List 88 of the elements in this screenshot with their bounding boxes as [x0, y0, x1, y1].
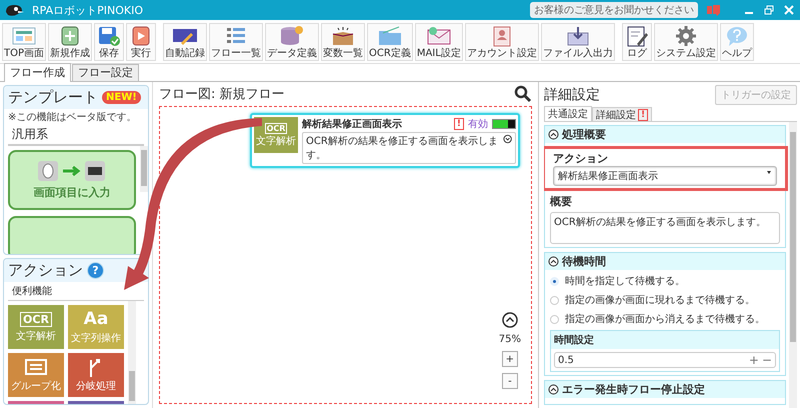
new-badge: NEW!	[102, 91, 141, 104]
panel-title: テンプレート	[8, 88, 98, 107]
field-value: 0.5	[558, 354, 574, 366]
category-heading: 汎用系	[8, 125, 144, 146]
scrollbar[interactable]	[140, 146, 148, 192]
action-dropdown[interactable]: 解析結果修正画面表示	[553, 166, 777, 186]
time-input-field[interactable]: 0.5 + −	[554, 352, 776, 368]
toolbar-button[interactable]: ログ	[622, 23, 652, 61]
node-icon-text: OCR	[264, 122, 288, 134]
flow-title: フロー図: 新規フロー	[159, 86, 285, 103]
toolbar-button[interactable]: 自動記録	[163, 23, 208, 61]
panel-title: アクション	[8, 261, 83, 280]
close-icon[interactable]	[784, 5, 794, 15]
tile-label: 分岐処理	[76, 380, 116, 393]
template-card[interactable]	[8, 216, 136, 254]
app-title: RPAロボットPINOKIO	[32, 2, 144, 18]
zoom-button[interactable]: -	[502, 373, 518, 389]
field-label: 時間設定	[551, 331, 779, 349]
section-title: エラー発生時フロー停止設定	[562, 382, 705, 397]
tile-label: 文字解析	[16, 330, 56, 342]
radio-label: 指定の画像が画面に現れるまで待機する。	[565, 294, 755, 307]
flow-node[interactable]: OCR 文字解析 解析結果修正画面表示 ! 有効 OCR解析の結果を修正する画面を表示します。	[250, 113, 520, 168]
overview-textarea[interactable]: OCR解析の結果を修正する画面を表示します。	[550, 212, 780, 244]
radio-button[interactable]	[550, 296, 559, 304]
toolbar-button[interactable]: 新規作成	[48, 23, 92, 61]
floppy-disk-icon	[96, 25, 122, 47]
expand-chevron-icon[interactable]	[502, 134, 512, 144]
stepper-button[interactable]: +	[748, 354, 759, 366]
status-label: 有効	[468, 118, 488, 131]
tile-icon-text: OCR	[20, 312, 52, 326]
toolbar-button[interactable]: ヘルプ	[720, 23, 754, 61]
section-title: 処理概要	[562, 127, 606, 142]
envelope-icon	[426, 25, 452, 47]
tile-label: 文字列操作	[71, 332, 121, 345]
description-text: OCR解析の結果を修正する画面を表示します。	[306, 134, 499, 162]
template-label: 画面項目に入力	[34, 185, 110, 200]
zoom-level: 75%	[498, 334, 521, 345]
collapse-chevron-icon[interactable]	[548, 256, 559, 267]
node-icon-label: 文字解析	[256, 134, 296, 148]
toolbar-button[interactable]: 変数一覧	[321, 23, 366, 61]
radio-label: 時間を指定して待機する。	[565, 274, 685, 288]
toolbar-button[interactable]: データ定義	[265, 23, 320, 61]
toolbar-button[interactable]: フロー一覧	[209, 23, 264, 61]
scrollbar[interactable]	[789, 122, 797, 408]
toolbar-button[interactable]: 実行	[126, 23, 156, 61]
mouse-keyboard-drawing	[37, 160, 107, 182]
enable-toggle[interactable]	[492, 119, 516, 129]
folder-icon	[376, 25, 403, 47]
collapse-chevron-icon[interactable]	[548, 129, 559, 140]
toolbar-button[interactable]: 保存	[94, 23, 124, 61]
field-label: 概要	[550, 194, 573, 209]
toolbar-button[interactable]: アカウント設定	[464, 23, 539, 61]
group-frame-icon	[23, 357, 49, 377]
tab[interactable]: 共通設定	[544, 106, 592, 121]
toolbar-button[interactable]: TOP画面	[2, 23, 46, 61]
warning-badge: !	[638, 108, 648, 120]
search-icon[interactable]	[514, 85, 532, 103]
dropdown-caret-icon	[766, 169, 772, 175]
dropdown-value: 解析結果修正画面表示	[558, 170, 658, 183]
tab[interactable]: 詳細設定 !	[592, 107, 652, 121]
radio-label: 指定の画像が画面から消えるまで待機する。	[565, 312, 765, 326]
beta-note: ※この機能はベータ版です。	[7, 110, 138, 125]
zoom-button[interactable]: +	[502, 351, 518, 367]
tile-icon-text: Aa	[82, 309, 110, 329]
panel-title: 詳細設定	[544, 86, 600, 104]
warning-badge: !	[454, 118, 464, 130]
action-tile[interactable]: 分岐処理	[68, 353, 124, 397]
download-tray-icon	[564, 25, 591, 47]
tab[interactable]: フロー作成	[4, 63, 71, 82]
toolbar-button[interactable]: システム設定	[654, 23, 718, 61]
flow-canvas[interactable]: OCR 文字解析 解析結果修正画面表示 ! 有効 OCR解析の結果を修正する画面を表示します。 75% + -	[159, 106, 532, 404]
toolbar-button[interactable]: OCR定義	[367, 23, 413, 61]
zoom-up-icon[interactable]	[502, 312, 518, 328]
collapse-chevron-icon[interactable]	[548, 384, 559, 395]
stepper-button[interactable]: −	[762, 354, 772, 366]
home-screen-icon	[11, 25, 37, 47]
tile-label: グループ化	[11, 380, 61, 393]
scrollbar[interactable]	[128, 301, 136, 404]
node-title: 解析結果修正画面表示	[302, 118, 403, 131]
toolbar-button[interactable]: ファイル入出力	[540, 23, 615, 61]
help-button[interactable]: ?	[87, 262, 104, 279]
field-label: アクション	[553, 151, 609, 166]
toolbar-button[interactable]: MAIL設定	[414, 23, 463, 61]
tab[interactable]: フロー設定	[72, 64, 139, 81]
radio-button[interactable]	[550, 314, 559, 324]
restore-icon[interactable]	[764, 5, 774, 15]
section-title: 待機時間	[562, 254, 606, 269]
feedback-link[interactable]: お客様のご意見をお聞かせください	[530, 2, 698, 18]
